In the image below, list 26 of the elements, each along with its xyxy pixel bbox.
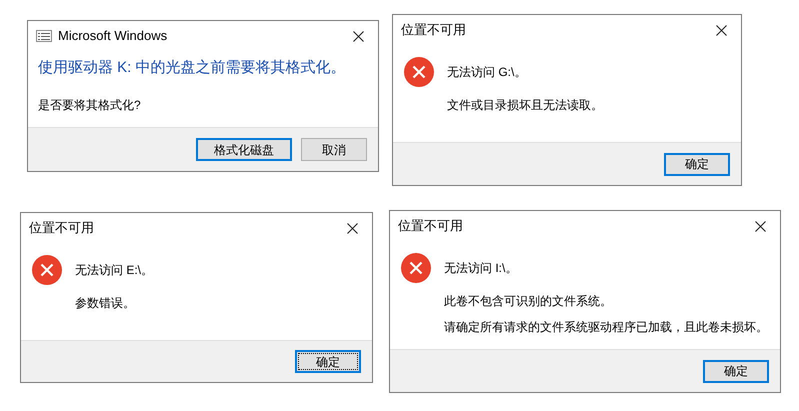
window-title: Microsoft Windows [58,27,168,46]
window-title: 位置不可用 [29,219,94,238]
window-title: 位置不可用 [401,21,466,40]
dialog-button[interactable]: 取消 [301,138,367,161]
error-heading: 无法访问 E:\。 [75,262,154,279]
error-icon [404,57,434,87]
message-text: 是否要将其格式化? [38,96,142,114]
message-text: 请确定所有请求的文件系统驱动程序已加载，且此卷未损坏。 [444,319,768,336]
error-icon [32,255,62,285]
error-heading: 无法访问 G:\。 [447,64,528,81]
error-heading: 无法访问 I:\。 [444,260,518,277]
dialog-button[interactable]: 确定 [295,350,361,373]
instruction-text: 使用驱动器 K: 中的光盘之前需要将其格式化。 [38,58,346,78]
message-text: 文件或目录损坏且无法读取。 [447,97,603,114]
message-text: 此卷不包含可识别的文件系统。 [444,293,613,310]
error-icon [401,253,431,283]
dialog-button[interactable]: 格式化磁盘 [196,138,292,161]
dialog-button[interactable]: 确定 [703,360,769,382]
close-icon [346,222,358,234]
message-text: 参数错误。 [75,295,136,312]
close-icon [716,24,726,36]
dialog-button[interactable]: 确定 [664,152,730,176]
window-title: 位置不可用 [398,217,463,236]
close-icon [352,30,364,42]
window-icon [36,30,52,42]
close-icon [754,220,766,232]
